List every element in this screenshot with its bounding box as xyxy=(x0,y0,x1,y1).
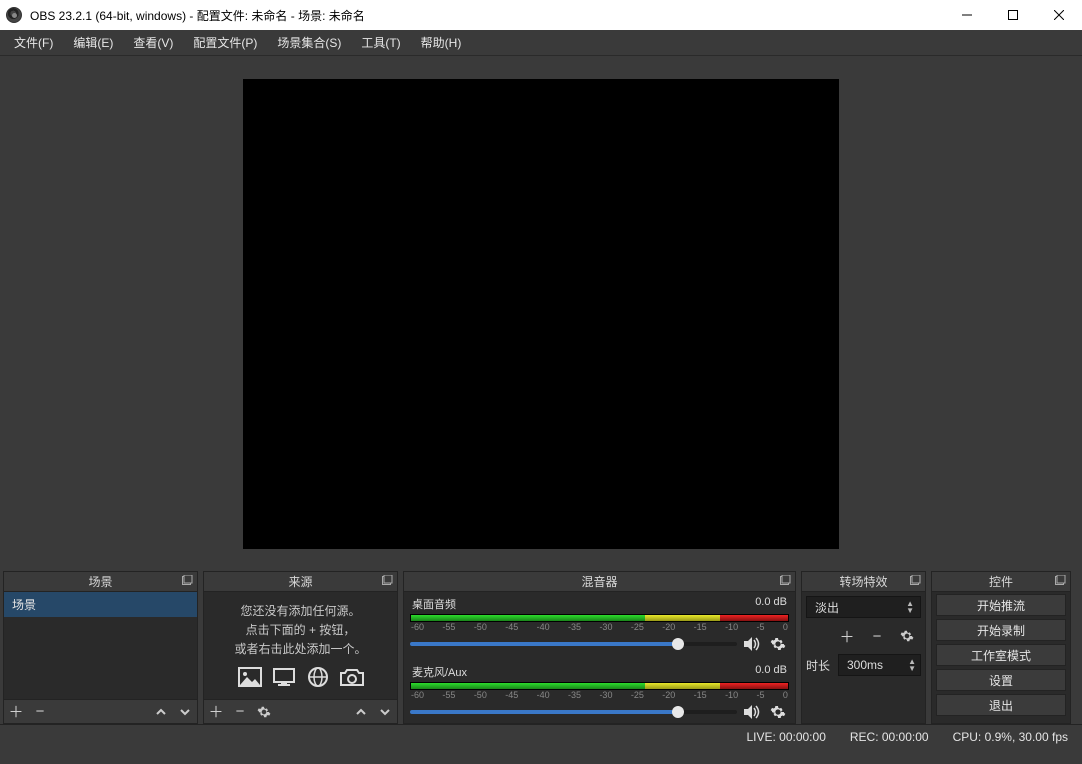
mixer-channel: 麦克风/Aux 0.0 dB -60-55-50-45-40-35-30-25-… xyxy=(410,664,789,722)
dock-popout-icon[interactable] xyxy=(181,575,193,587)
sources-hint-line: 或者右击此处添加一个。 xyxy=(234,640,366,657)
dock-popout-icon[interactable] xyxy=(779,575,791,587)
minimize-button[interactable] xyxy=(944,0,990,30)
speaker-icon[interactable] xyxy=(741,634,763,654)
move-scene-down-button[interactable] xyxy=(173,700,197,724)
move-source-up-button[interactable] xyxy=(349,700,373,724)
settings-button[interactable]: 设置 xyxy=(936,669,1066,691)
transitions-title: 转场特效 xyxy=(802,572,925,592)
vu-ticks: -60-55-50-45-40-35-30-25-20-15-10-50 xyxy=(410,622,789,632)
dock-popout-icon[interactable] xyxy=(909,575,921,587)
updown-icon: ▲▼ xyxy=(906,600,914,614)
status-rec: REC: 00:00:00 xyxy=(850,730,929,744)
remove-source-button[interactable]: − xyxy=(228,700,252,724)
vu-ticks: -60-55-50-45-40-35-30-25-20-15-10-50 xyxy=(410,690,789,700)
dock-popout-icon[interactable] xyxy=(1054,575,1066,587)
sources-title-label: 来源 xyxy=(288,573,312,590)
mixer-title: 混音器 xyxy=(404,572,795,592)
status-live: LIVE: 00:00:00 xyxy=(746,730,825,744)
channel-settings-icon[interactable] xyxy=(767,634,789,654)
scene-item[interactable]: 场景 xyxy=(4,592,197,617)
remove-transition-button[interactable]: − xyxy=(865,624,889,648)
scenes-dock: 场景 场景 ＋ − xyxy=(3,571,198,724)
channel-level: 0.0 dB xyxy=(755,664,787,680)
move-source-down-button[interactable] xyxy=(373,700,397,724)
mixer-title-label: 混音器 xyxy=(581,573,617,590)
globe-icon xyxy=(304,665,332,689)
menu-file[interactable]: 文件(F) xyxy=(4,31,63,54)
mixer-channel: 桌面音频 0.0 dB -60-55-50-45-40-35-30-25-20-… xyxy=(410,596,789,654)
preview-canvas[interactable] xyxy=(243,79,839,549)
menu-edit[interactable]: 编辑(E) xyxy=(63,31,123,54)
volume-slider[interactable] xyxy=(410,642,737,646)
vu-meter xyxy=(410,682,789,690)
camera-icon xyxy=(338,665,366,689)
sources-hint-line: 您还没有添加任何源。 xyxy=(240,602,360,619)
controls-title: 控件 xyxy=(932,572,1070,592)
channel-level: 0.0 dB xyxy=(755,596,787,612)
add-scene-button[interactable]: ＋ xyxy=(4,700,28,724)
vu-meter xyxy=(410,614,789,622)
scenes-title-label: 场景 xyxy=(88,573,112,590)
controls-title-label: 控件 xyxy=(989,573,1013,590)
sources-hint-line: 点击下面的 + 按钮， xyxy=(246,621,356,638)
statusbar: LIVE: 00:00:00 REC: 00:00:00 CPU: 0.9%, … xyxy=(0,724,1082,748)
transition-select[interactable]: 淡出 ▲▼ xyxy=(806,596,921,618)
start-recording-button[interactable]: 开始录制 xyxy=(936,619,1066,641)
speaker-icon[interactable] xyxy=(741,702,763,722)
status-cpu: CPU: 0.9%, 30.00 fps xyxy=(953,730,1068,744)
add-transition-button[interactable]: ＋ xyxy=(835,624,859,648)
move-scene-up-button[interactable] xyxy=(149,700,173,724)
image-icon xyxy=(236,665,264,689)
sources-title: 来源 xyxy=(204,572,397,592)
menu-scene-collection[interactable]: 场景集合(S) xyxy=(267,31,351,54)
dock-popout-icon[interactable] xyxy=(381,575,393,587)
transition-properties-button[interactable] xyxy=(895,624,919,648)
channel-name: 桌面音频 xyxy=(412,596,456,612)
exit-button[interactable]: 退出 xyxy=(936,694,1066,716)
source-properties-button[interactable] xyxy=(252,700,276,724)
app-icon xyxy=(6,7,22,23)
close-button[interactable] xyxy=(1036,0,1082,30)
updown-icon: ▲▼ xyxy=(908,658,916,672)
scenes-title: 场景 xyxy=(4,572,197,592)
studio-mode-button[interactable]: 工作室模式 xyxy=(936,644,1066,666)
scene-list[interactable]: 场景 xyxy=(4,592,197,699)
sources-dock: 来源 您还没有添加任何源。 点击下面的 + 按钮， 或者右击此处添加一个。 ＋ … xyxy=(203,571,398,724)
display-icon xyxy=(270,665,298,689)
channel-name: 麦克风/Aux xyxy=(412,664,467,680)
titlebar: OBS 23.2.1 (64-bit, windows) - 配置文件: 未命名… xyxy=(0,0,1082,30)
menu-profile[interactable]: 配置文件(P) xyxy=(183,31,267,54)
menu-view[interactable]: 查看(V) xyxy=(123,31,183,54)
mixer-dock: 混音器 桌面音频 0.0 dB -60-55-50-45-40-35-30-25… xyxy=(403,571,796,724)
start-streaming-button[interactable]: 开始推流 xyxy=(936,594,1066,616)
remove-scene-button[interactable]: − xyxy=(28,700,52,724)
menu-help[interactable]: 帮助(H) xyxy=(411,31,472,54)
sources-empty-hint: 您还没有添加任何源。 点击下面的 + 按钮， 或者右击此处添加一个。 xyxy=(204,592,397,699)
add-source-button[interactable]: ＋ xyxy=(204,700,228,724)
window-title: OBS 23.2.1 (64-bit, windows) - 配置文件: 未命名… xyxy=(28,7,944,24)
volume-slider[interactable] xyxy=(410,710,737,714)
preview-area xyxy=(0,56,1082,571)
menubar: 文件(F) 编辑(E) 查看(V) 配置文件(P) 场景集合(S) 工具(T) … xyxy=(0,30,1082,56)
transitions-dock: 转场特效 淡出 ▲▼ ＋ − 时长 300ms ▲▼ xyxy=(801,571,926,724)
transitions-title-label: 转场特效 xyxy=(839,573,887,590)
transition-current: 淡出 xyxy=(815,599,839,616)
controls-dock: 控件 开始推流 开始录制 工作室模式 设置 退出 xyxy=(931,571,1071,724)
duration-spinbox[interactable]: 300ms ▲▼ xyxy=(838,654,921,676)
channel-settings-icon[interactable] xyxy=(767,702,789,722)
duration-label: 时长 xyxy=(806,657,834,674)
menu-tools[interactable]: 工具(T) xyxy=(351,31,410,54)
duration-value: 300ms xyxy=(847,658,883,672)
maximize-button[interactable] xyxy=(990,0,1036,30)
